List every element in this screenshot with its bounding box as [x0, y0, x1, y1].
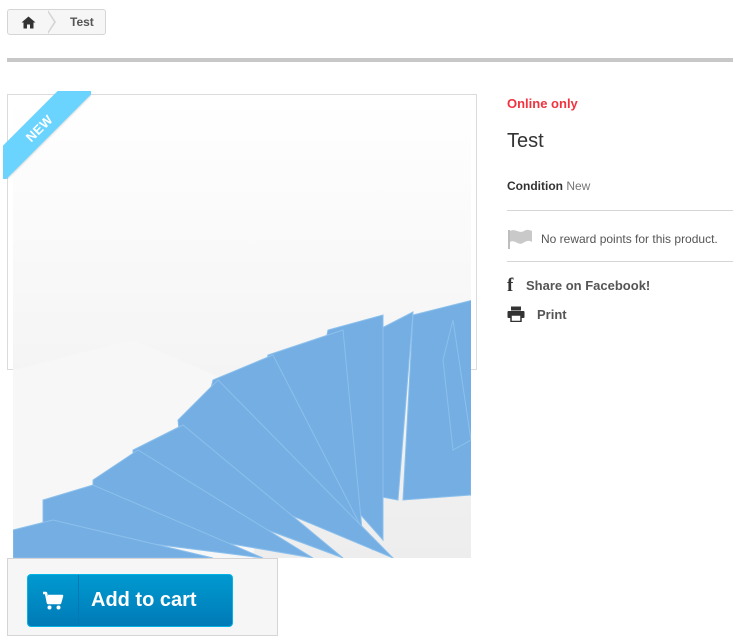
- product-condition: Condition New: [507, 179, 590, 193]
- facebook-icon: f: [507, 275, 514, 296]
- cart-icon-box: [28, 575, 79, 626]
- home-icon: [21, 16, 35, 28]
- add-to-cart-button[interactable]: Add to cart: [27, 574, 233, 627]
- flag-icon: [508, 229, 532, 249]
- reward-points: No reward points for this product.: [507, 228, 718, 250]
- shopping-cart-icon: [43, 591, 64, 609]
- product-title: Test: [507, 130, 544, 152]
- breadcrumb-separator: [47, 10, 56, 34]
- print-icon: [507, 306, 525, 322]
- add-to-cart-label: Add to cart: [91, 589, 197, 611]
- divider: [507, 210, 733, 211]
- breadcrumb: Test: [7, 9, 106, 35]
- online-only-label: Online only: [507, 96, 578, 111]
- breadcrumb-home-link[interactable]: [8, 10, 56, 34]
- reward-points-text: No reward points for this product.: [541, 232, 718, 246]
- new-badge-label: NEW: [3, 91, 91, 179]
- print-button[interactable]: Print: [507, 306, 567, 322]
- breadcrumb-current: Test: [70, 15, 94, 29]
- print-label: Print: [537, 306, 567, 322]
- condition-value: New: [566, 179, 591, 193]
- share-facebook-label: Share on Facebook!: [526, 278, 651, 293]
- condition-label: Condition: [507, 179, 563, 193]
- divider: [7, 58, 733, 62]
- new-badge: NEW: [3, 91, 91, 179]
- share-facebook-button[interactable]: f Share on Facebook!: [507, 276, 650, 295]
- divider: [507, 261, 733, 262]
